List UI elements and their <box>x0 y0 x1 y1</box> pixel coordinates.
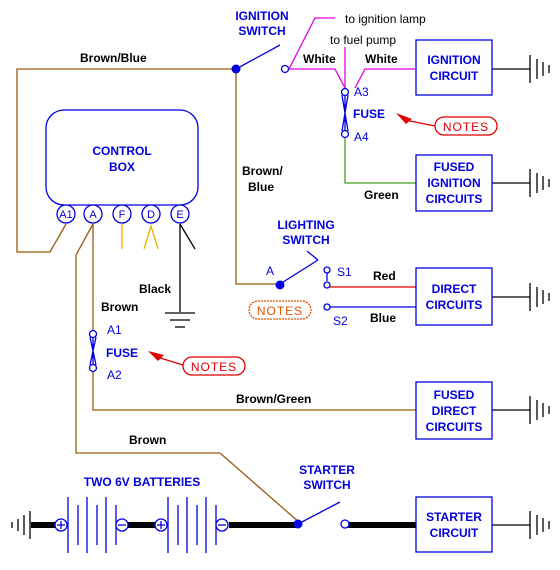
wire-label-brown-blue: Brown/Blue <box>80 51 147 65</box>
ground-starter <box>492 511 550 539</box>
starter-switch-lever <box>297 501 341 525</box>
wiring-diagram: CONTROL BOX A1 A F D E IGNITION CIRCUIT … <box>11 9 550 553</box>
wire-label-green: Green <box>364 188 399 202</box>
terminal-a: A <box>89 209 97 221</box>
lighting-pivot-label: A <box>266 264 274 278</box>
starter-switch-label-1: STARTER <box>299 463 355 477</box>
ignition-circuit-box <box>415 39 493 96</box>
ignition-switch-lever <box>235 44 281 70</box>
starter-circuit-label-2: CIRCUIT <box>430 526 479 540</box>
fused-ignition-label-2: IGNITION <box>427 176 480 190</box>
wire-label-white-left: White <box>303 52 336 66</box>
terminal-a1: A1 <box>59 209 72 221</box>
wire-label-brown-blue-v2: Blue <box>248 180 274 194</box>
lighting-contact-s1-out <box>323 281 331 289</box>
lighting-switch-label-1: LIGHTING <box>277 218 334 232</box>
wire-label-white-right: White <box>365 52 398 66</box>
starter-switch-pivot <box>293 519 303 529</box>
lighting-switch-label-2: SWITCH <box>282 233 329 247</box>
wire-label-black: Black <box>139 282 171 296</box>
wire-e-branch <box>179 223 196 250</box>
fused-direct-label-1: FUSED <box>434 388 475 402</box>
arrow-icon <box>148 351 164 361</box>
fuse2-label: FUSE <box>106 346 138 360</box>
lighting-s1-label: S1 <box>337 265 352 279</box>
wire-label-blue: Blue <box>370 311 396 325</box>
notes-link-fuse-ignition[interactable]: NOTES <box>396 113 498 136</box>
control-box-terminals: A1 A F D E <box>56 204 190 224</box>
starter-circuit-label-1: STARTER <box>426 510 482 524</box>
direct-circuits-box <box>415 267 493 326</box>
wire-white-left <box>289 68 346 89</box>
fused-ignition-label-3: CIRCUITS <box>426 192 483 206</box>
lighting-s2-label: S2 <box>333 314 348 328</box>
lighting-contact-s2 <box>323 303 331 311</box>
fuse1-bottom-terminal: A4 <box>354 130 369 144</box>
ignition-circuit-label-1: IGNITION <box>427 53 480 67</box>
ignition-switch-label-1: IGNITION <box>235 9 288 23</box>
wire-label-brown-green: Brown/Green <box>236 392 311 406</box>
lighting-switch-lever <box>279 259 319 285</box>
ground-direct <box>492 283 550 311</box>
notes-label: NOTES <box>257 304 303 318</box>
fuse-ignition <box>340 87 350 139</box>
starter-switch-contact <box>340 519 350 529</box>
notes-label: NOTES <box>191 360 237 374</box>
fuse-direct <box>88 329 98 373</box>
fused-direct-label-2: DIRECT <box>432 404 477 418</box>
batteries-label: TWO 6V BATTERIES <box>84 475 200 489</box>
ground-symbol-battery <box>11 511 31 539</box>
lighting-contact-s1 <box>323 266 331 274</box>
lighting-switch-tip <box>306 250 319 261</box>
ground-fused-ignition <box>492 169 550 197</box>
direct-circuits-label-2: CIRCUITS <box>426 298 483 312</box>
starter-switch-label-2: SWITCH <box>303 478 350 492</box>
fuse2-top-terminal: A1 <box>107 323 122 337</box>
ignition-switch-contact <box>280 64 290 74</box>
battery-1 <box>54 497 129 553</box>
ignition-circuit-label-2: CIRCUIT <box>430 69 479 83</box>
wire-label-fuel-pump: to fuel pump <box>330 33 396 47</box>
notes-label: NOTES <box>443 120 489 134</box>
wire-d <box>143 223 159 250</box>
ignition-switch-pivot <box>231 64 241 74</box>
control-box-label-1: CONTROL <box>92 144 151 158</box>
fuse1-label: FUSE <box>353 107 385 121</box>
ground-fused-direct <box>492 396 550 424</box>
direct-circuits-label-1: DIRECT <box>432 282 477 296</box>
control-box-label-2: BOX <box>109 160 135 174</box>
ignition-switch-label-2: SWITCH <box>238 24 285 38</box>
fuse1-top-terminal: A3 <box>354 85 369 99</box>
wire-label-red: Red <box>373 269 396 283</box>
terminal-d: D <box>147 209 155 221</box>
terminal-f: F <box>119 209 126 221</box>
notes-link-lighting[interactable]: NOTES <box>248 300 312 320</box>
wire-label-brown-starter: Brown <box>129 433 166 447</box>
wire-label-brown-fuse: Brown <box>101 300 138 314</box>
battery-2 <box>154 497 229 553</box>
notes-link-fuse-direct[interactable]: NOTES <box>148 351 246 376</box>
wire-green <box>344 138 416 184</box>
fuse2-bottom-terminal: A2 <box>107 368 122 382</box>
fused-direct-label-3: CIRCUITS <box>426 420 483 434</box>
lighting-switch-pivot <box>275 280 285 290</box>
wire-label-brown-blue-v1: Brown/ <box>242 164 283 178</box>
arrow-icon <box>396 113 412 124</box>
ground-ignition-circuit <box>492 55 550 83</box>
terminal-e: E <box>176 209 183 221</box>
ground-symbol-black <box>165 312 195 328</box>
fused-ignition-label-1: FUSED <box>434 160 475 174</box>
starter-circuit-box <box>415 496 493 553</box>
wire-label-ignition-lamp: to ignition lamp <box>345 12 426 26</box>
